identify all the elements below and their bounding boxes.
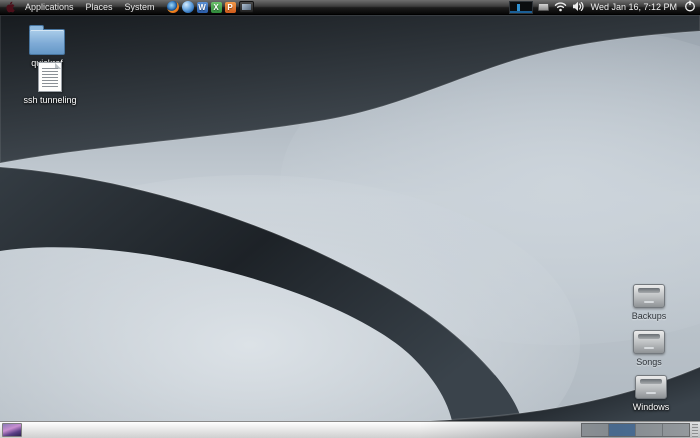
desktop-icon-songs[interactable]: Songs: [617, 330, 681, 367]
powerpoint-launcher-icon[interactable]: P: [225, 2, 236, 13]
folder-icon: [29, 29, 65, 55]
shutdown-icon[interactable]: [684, 0, 696, 14]
show-desktop-button[interactable]: [2, 423, 22, 437]
desktop-icon-windows[interactable]: Windows: [619, 375, 683, 412]
word-launcher-icon[interactable]: W: [197, 2, 208, 13]
workspace-switcher: [581, 423, 690, 437]
text-file-icon: [38, 62, 62, 92]
bottom-panel: [0, 421, 700, 438]
icon-label: Backups: [632, 311, 667, 321]
workspace-3[interactable]: [636, 424, 663, 436]
wallpaper-art: [0, 15, 700, 421]
desktop-screen: Applications Places System W X P: [0, 0, 700, 438]
icon-label: Windows: [633, 402, 670, 412]
hard-disk-icon: [633, 284, 665, 308]
desktop-icon-backups[interactable]: Backups: [617, 284, 681, 321]
workspace-2-active[interactable]: [609, 424, 636, 436]
icon-label: ssh tunneling: [23, 95, 76, 105]
display-launcher-icon[interactable]: [239, 1, 254, 13]
excel-launcher-icon[interactable]: X: [211, 2, 222, 13]
firefox-launcher-icon[interactable]: [167, 1, 179, 13]
menu-applications[interactable]: Applications: [19, 0, 80, 15]
workspace-4[interactable]: [663, 424, 689, 436]
web-browser-launcher-icon[interactable]: [182, 1, 194, 13]
system-tray: Wed Jan 16, 7:12 PM: [509, 0, 696, 14]
menu-places[interactable]: Places: [80, 0, 119, 15]
top-panel: Applications Places System W X P: [0, 0, 700, 15]
hard-disk-icon: [633, 330, 665, 354]
tray-indicator-icon[interactable]: [538, 3, 549, 11]
distro-menu-apple-icon[interactable]: [5, 1, 16, 13]
clock-applet[interactable]: Wed Jan 16, 7:12 PM: [589, 2, 679, 12]
wifi-icon[interactable]: [554, 1, 567, 14]
hard-disk-icon: [635, 375, 667, 399]
workspace-1[interactable]: [582, 424, 609, 436]
system-monitor-applet[interactable]: [509, 1, 533, 14]
menu-system[interactable]: System: [119, 0, 161, 15]
wallpaper: [0, 15, 700, 421]
panel-launchers: W X P: [167, 1, 254, 13]
icon-label: Songs: [636, 357, 662, 367]
desktop-icon-ssh-tunneling[interactable]: ssh tunneling: [16, 62, 84, 105]
volume-icon[interactable]: [572, 1, 584, 14]
panel-drag-handle-icon[interactable]: [692, 424, 698, 437]
